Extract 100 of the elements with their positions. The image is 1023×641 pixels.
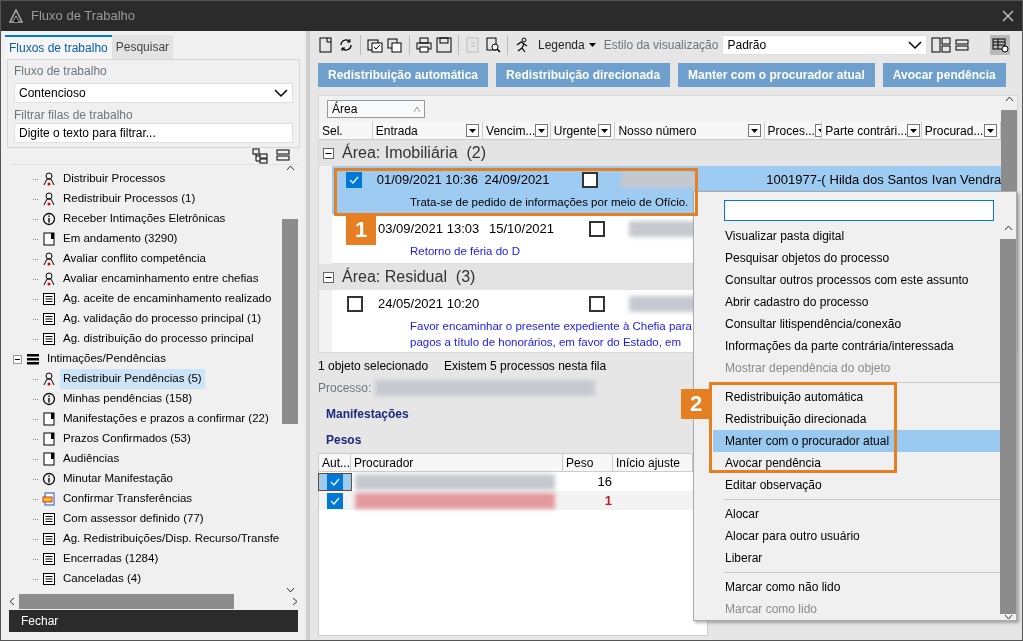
person-icon — [42, 252, 56, 266]
urgent-checkbox[interactable] — [581, 172, 598, 188]
callout-number: 2 — [681, 389, 711, 419]
runner-icon[interactable] — [514, 37, 530, 53]
tree-item[interactable]: Avaliar encaminhamento entre chefias — [60, 269, 262, 289]
menu-item[interactable]: Consultar outros processos com este assunto — [713, 269, 1000, 291]
filter-field[interactable]: Digite o texto para filtrar... — [14, 123, 293, 143]
refresh-icon[interactable] — [338, 37, 354, 53]
weight-value: 16 — [597, 473, 612, 489]
filter-dropdown-icon[interactable] — [907, 124, 921, 137]
tree-item[interactable]: Com assessor definido (77) — [60, 509, 207, 529]
workflow-dropdown[interactable]: Contencioso — [14, 83, 293, 103]
select-checkbox[interactable] — [346, 172, 363, 188]
scrollbar-thumb[interactable] — [1000, 239, 1016, 614]
search-icon[interactable] — [485, 37, 501, 53]
menu-item[interactable]: Alocar — [713, 503, 1000, 525]
tree-item[interactable]: Ag. aceite de encaminhamento realizado — [60, 289, 275, 309]
save-icon[interactable] — [436, 37, 452, 53]
column-header[interactable]: Proces... — [764, 122, 823, 139]
collapse-toggle-icon[interactable] — [323, 147, 334, 159]
layout-icon[interactable] — [931, 37, 952, 53]
tree-item[interactable]: Confirmar Transferências — [60, 489, 196, 509]
tab[interactable]: Pesquisar — [111, 35, 174, 59]
tree-collapse-icon[interactable] — [276, 148, 290, 162]
close-button[interactable]: Fechar — [9, 610, 298, 632]
close-icon[interactable] — [1002, 10, 1014, 22]
scroll-up-icon[interactable] — [1004, 96, 1014, 102]
urgent-checkbox[interactable] — [589, 221, 605, 237]
urgent-checkbox[interactable] — [589, 296, 605, 312]
menu-item[interactable]: Consultar litispendência/conexão — [713, 313, 1000, 335]
auto-checkbox[interactable] — [327, 492, 343, 509]
tree-item[interactable]: Ag. distribuição do processo principal — [60, 329, 257, 349]
menu-item[interactable]: Visualizar pasta digital — [713, 225, 1000, 247]
tree-item[interactable]: Minutar Manifestação — [60, 469, 176, 489]
column-header[interactable]: Vencim... — [483, 122, 551, 139]
callout-number: 1 — [346, 215, 376, 245]
scroll-up-icon[interactable] — [1003, 225, 1013, 231]
column-header[interactable]: Parte contrári... — [822, 122, 922, 139]
panel-icon[interactable] — [955, 38, 970, 52]
tree-item[interactable]: Redistribuir Processos (1) — [60, 189, 199, 209]
filter-dropdown-icon[interactable] — [984, 124, 998, 137]
menu-item[interactable]: Liberar — [713, 547, 1000, 569]
tree-expand-icon[interactable] — [252, 148, 268, 164]
filter-dropdown-icon[interactable] — [747, 124, 761, 137]
menu-item[interactable]: Abrir cadastro do processo — [713, 291, 1000, 313]
tree-item[interactable]: Canceladas (4) — [60, 569, 144, 589]
tree-item[interactable]: Prazos Confirmados (53) — [60, 429, 194, 449]
document-icon[interactable] — [318, 37, 334, 53]
filter-dropdown-icon[interactable] — [598, 124, 612, 137]
menu-item[interactable]: Editar observação — [713, 474, 1000, 496]
filter-dropdown-icon[interactable] — [535, 124, 549, 137]
style-dropdown[interactable]: Padrão — [722, 35, 928, 55]
section-link[interactable]: Manifestações — [326, 407, 409, 421]
legend-dropdown[interactable]: Legenda — [534, 36, 600, 54]
scroll-down-icon[interactable] — [1003, 614, 1013, 620]
filter-dropdown-icon[interactable] — [466, 124, 480, 137]
tab[interactable]: Fluxos de trabalho — [5, 35, 112, 59]
column-header[interactable]: Aut... — [319, 454, 351, 471]
section-link[interactable]: Pesos — [326, 433, 362, 447]
printer-icon[interactable] — [416, 37, 432, 53]
scroll-left-icon[interactable] — [9, 597, 15, 606]
copy-icon[interactable] — [387, 37, 403, 53]
column-header[interactable]: Procurad... — [921, 122, 1002, 139]
column-header[interactable]: Procurador — [351, 454, 563, 471]
column-header[interactable]: Peso — [563, 454, 613, 471]
tree-item[interactable]: Encerradas (1284) — [60, 549, 162, 569]
tree-item[interactable]: Redistribuir Pendências (5) — [60, 369, 205, 389]
scroll-down-icon[interactable] — [285, 587, 295, 593]
menu-item[interactable]: Avocar pendência — [713, 452, 1000, 474]
menu-item[interactable]: Marcar como não lido — [713, 576, 1000, 598]
tree-item[interactable]: Ag. Redistribuições/Disp. Recurso/Transfe — [60, 529, 282, 549]
menu-item[interactable]: Alocar para outro usuário — [713, 525, 1000, 547]
tree-item[interactable]: Ag. validação do processo principal (1) — [60, 309, 265, 329]
column-header[interactable]: Sel. — [319, 122, 373, 139]
tree-item[interactable]: Intimações/Pendências — [44, 349, 169, 369]
tree-item[interactable]: Distribuir Processos — [60, 169, 169, 189]
checklist-icon[interactable] — [367, 37, 383, 53]
column-header[interactable]: Entrada — [372, 122, 484, 139]
collapse-toggle-icon[interactable] — [323, 271, 334, 283]
menu-item[interactable]: Manter com o procurador atual — [713, 430, 1000, 452]
grid-settings-icon[interactable] — [990, 35, 1010, 55]
select-checkbox[interactable] — [347, 296, 363, 312]
scrollbar-thumb[interactable] — [282, 219, 298, 424]
auto-checkbox[interactable] — [327, 473, 343, 490]
column-header[interactable]: Nosso número — [615, 122, 765, 139]
tree-item[interactable]: Avaliar conflito competência — [60, 249, 209, 269]
tree-item[interactable]: Em andamento (3290) — [60, 229, 181, 249]
menu-search-field[interactable] — [724, 200, 994, 221]
tree-item[interactable]: Manifestações e prazos a confirmar (22) — [60, 409, 272, 429]
column-header[interactable]: Urgente — [550, 122, 616, 139]
group-by-chip[interactable]: Área — [327, 100, 425, 118]
tree-item[interactable]: Audiências — [60, 449, 123, 469]
tree-item[interactable]: Minhas pendências (158) — [60, 389, 196, 409]
menu-item[interactable]: Redistribuição automática — [713, 386, 1000, 408]
menu-item[interactable]: Redistribuição direcionada — [713, 408, 1000, 430]
scroll-right-icon[interactable] — [292, 597, 298, 606]
scroll-up-icon[interactable] — [285, 165, 295, 171]
collapse-toggle-icon[interactable] — [13, 354, 22, 364]
tree-item[interactable]: Receber Intimações Eletrônicas — [60, 209, 229, 229]
scrollbar-thumb[interactable] — [19, 594, 234, 609]
